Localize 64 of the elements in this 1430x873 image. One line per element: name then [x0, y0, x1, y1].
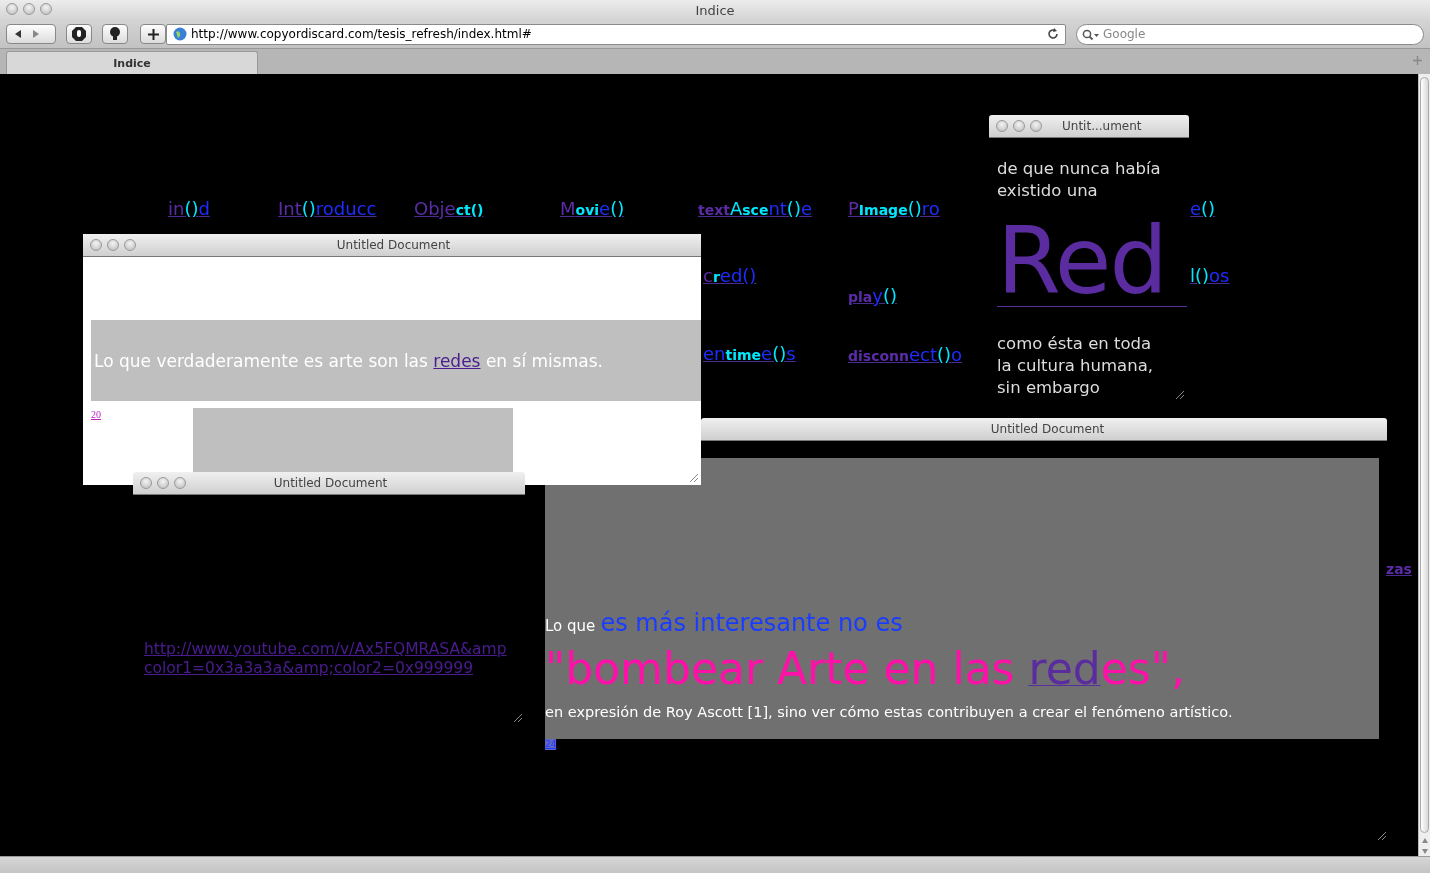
- nav-link[interactable]: textAscent()e: [698, 198, 812, 221]
- minimize-button[interactable]: [1013, 120, 1025, 132]
- minimize-button[interactable]: [107, 239, 119, 251]
- minimize-button[interactable]: [157, 477, 169, 489]
- scroll-arrows-icon[interactable]: [1420, 837, 1429, 855]
- back-forward-button[interactable]: [6, 24, 56, 44]
- search-icon: [1082, 28, 1100, 41]
- nav-link[interactable]: play(): [848, 285, 897, 308]
- lightbulb-icon: [109, 26, 121, 42]
- plus-icon: [147, 28, 159, 40]
- block-button[interactable]: [66, 24, 92, 44]
- resize-grip-icon[interactable]: [689, 473, 699, 483]
- nav-link[interactable]: Int()roducc: [278, 198, 377, 221]
- reload-icon[interactable]: [1047, 28, 1059, 40]
- close-button[interactable]: [90, 239, 102, 251]
- browser-tab[interactable]: Indice: [6, 51, 258, 74]
- window-titlebar[interactable]: Untitled Document: [701, 418, 1387, 441]
- close-button[interactable]: [6, 3, 18, 15]
- nav-link[interactable]: PImage()ro: [848, 198, 940, 221]
- resize-grip-icon[interactable]: [1377, 831, 1387, 841]
- nav-link[interactable]: Movie(): [560, 198, 625, 221]
- resize-grip-icon[interactable]: [1175, 390, 1185, 400]
- window-title: Untitled Document: [272, 476, 389, 490]
- window-titlebar[interactable]: Untit...ument: [989, 115, 1189, 138]
- address-field[interactable]: http://www.copyordiscard.com/tesis_refresh/index.html#: [166, 23, 1066, 45]
- scrollbar[interactable]: [1418, 74, 1430, 857]
- body-text: como ésta en toda la cultura humana, sin embargo: [997, 333, 1155, 399]
- close-button[interactable]: [996, 120, 1008, 132]
- window-title: Untitled Document: [335, 238, 452, 252]
- zoom-button[interactable]: [124, 239, 136, 251]
- stop-sign-icon: [71, 26, 87, 42]
- globe-icon: [173, 27, 187, 41]
- search-field[interactable]: Google: [1076, 23, 1424, 45]
- body-text: en expresión de Roy Ascott [1], sino ver cómo estas contribuyen a crear el fenómeno artístico.: [545, 703, 1234, 722]
- forward-icon: [31, 29, 41, 39]
- quote-intro-text: Lo que es más interesante no es: [545, 608, 904, 639]
- back-icon: [13, 29, 23, 39]
- resize-grip-icon[interactable]: [513, 713, 523, 723]
- close-button[interactable]: [140, 477, 152, 489]
- zoom-button[interactable]: [40, 3, 52, 15]
- quote-text: "bombear Arte en las redes",: [545, 642, 1186, 696]
- window-title: Indice: [695, 2, 735, 18]
- window-title: Untit...ument: [1062, 119, 1142, 133]
- nav-link[interactable]: Object(): [414, 198, 484, 221]
- zoom-button[interactable]: [1030, 120, 1042, 132]
- bulb-button[interactable]: [102, 24, 128, 44]
- plus-icon[interactable]: [1413, 56, 1422, 65]
- nav-link[interactable]: e(): [1190, 198, 1216, 221]
- redes-link[interactable]: redes: [433, 350, 481, 371]
- minimize-button[interactable]: [23, 3, 35, 15]
- add-bookmark-button[interactable]: [140, 24, 166, 44]
- page-number-link[interactable]: 20: [91, 408, 193, 422]
- nav-link[interactable]: l()os: [1190, 265, 1230, 288]
- nav-link[interactable]: cred(): [703, 265, 757, 288]
- window-titlebar[interactable]: Untitled Document: [83, 234, 701, 257]
- banner-text: Lo que verdaderamente es arte son las redes en sí mismas.: [94, 350, 603, 371]
- nav-link[interactable]: in()d: [168, 198, 210, 221]
- nav-link[interactable]: disconnect()o: [848, 344, 963, 367]
- scroll-thumb[interactable]: [1420, 77, 1429, 833]
- window-title: Untitled Document: [989, 422, 1106, 436]
- body-text: de que nunca había existido una: [997, 158, 1162, 202]
- nav-link[interactable]: entimee()s: [703, 343, 796, 366]
- window-titlebar[interactable]: Untitled Document: [133, 472, 525, 495]
- zoom-button[interactable]: [174, 477, 186, 489]
